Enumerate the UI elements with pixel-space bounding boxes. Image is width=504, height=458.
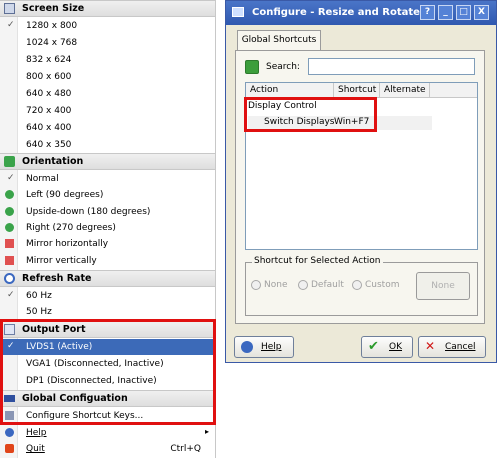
- rotate-right-icon: [5, 223, 14, 232]
- app-icon: [232, 7, 244, 17]
- menu-item-vga1[interactable]: VGA1 (Disconnected, Inactive): [0, 356, 215, 372]
- display-menu: Screen Size ✓ 1280 x 800 1024 x 768 832 x…: [0, 0, 216, 458]
- close-button[interactable]: X: [474, 5, 489, 20]
- clock-icon: [4, 273, 15, 284]
- column-action[interactable]: Action: [246, 83, 334, 98]
- tree-group-display-control[interactable]: Display Control: [248, 101, 317, 111]
- menu-item-640x350[interactable]: 640 x 350: [0, 137, 215, 153]
- menu-item-upside-down[interactable]: Upside-down (180 degrees): [0, 204, 215, 220]
- monitor-icon: [4, 324, 15, 335]
- dialog-title: Configure - Resize and Rotate: [252, 7, 420, 18]
- tab-global-shortcuts[interactable]: Global Shortcuts: [237, 30, 321, 51]
- help-title-button[interactable]: ?: [420, 5, 435, 20]
- menu-item-800x600[interactable]: 800 x 600: [0, 69, 215, 85]
- menu-item-quit[interactable]: Quit Ctrl+Q: [0, 441, 215, 457]
- check-icon: ✓: [7, 290, 15, 300]
- section-refresh-rate: Refresh Rate: [0, 270, 215, 287]
- search-label: Search:: [266, 62, 300, 72]
- column-shortcut[interactable]: Shortcut: [334, 83, 380, 98]
- column-filler: [430, 83, 477, 98]
- menu-item-832x624[interactable]: 832 x 624: [0, 52, 215, 68]
- help-icon: [241, 341, 253, 353]
- maximize-button[interactable]: □: [456, 5, 471, 20]
- orientation-header: Orientation: [22, 156, 84, 167]
- mirror-vertical-icon: [5, 256, 14, 265]
- menu-item-right[interactable]: Right (270 degrees): [0, 220, 215, 236]
- row-shortcut: Win+F7: [334, 117, 370, 127]
- shortcut-tree[interactable]: Action Shortcut Alternate Display Contro…: [245, 82, 478, 250]
- search-input[interactable]: [308, 58, 475, 75]
- search-clear-icon[interactable]: [245, 60, 259, 74]
- screen-size-icon: [4, 3, 15, 14]
- minimize-button[interactable]: _: [438, 5, 453, 20]
- mirror-horizontal-icon: [5, 239, 14, 248]
- menu-item-mirror-h[interactable]: Mirror horizontally: [0, 236, 215, 252]
- dialog-titlebar[interactable]: Configure - Resize and Rotate ? _ □ X: [226, 1, 496, 25]
- menu-item-1280x800[interactable]: ✓ 1280 x 800: [0, 18, 215, 34]
- menu-item-mirror-v[interactable]: Mirror vertically: [0, 253, 215, 269]
- menu-item-dp1[interactable]: DP1 (Disconnected, Inactive): [0, 373, 215, 389]
- menu-item-1024x768[interactable]: 1024 x 768: [0, 35, 215, 51]
- radio-custom-label: Custom: [365, 280, 400, 290]
- menu-item-720x400[interactable]: 720 x 400: [0, 103, 215, 119]
- radio-default-label: Default: [311, 280, 344, 290]
- radio-custom[interactable]: [352, 280, 362, 290]
- screen-size-header: Screen Size: [22, 3, 85, 14]
- quit-shortcut: Ctrl+Q: [170, 444, 201, 454]
- ok-button[interactable]: ✔ OK: [361, 336, 413, 358]
- menu-item-60hz[interactable]: ✓ 60 Hz: [0, 288, 215, 304]
- cancel-button[interactable]: ✕ Cancel: [418, 336, 486, 358]
- menu-item-lvds1[interactable]: ✓ LVDS1 (Active): [0, 339, 215, 355]
- menu-item-640x400[interactable]: 640 x 400: [0, 120, 215, 136]
- rotate-left-icon: [5, 190, 14, 199]
- global-config-header: Global Configuation: [22, 393, 128, 404]
- cancel-x-icon: ✕: [425, 339, 436, 353]
- refresh-rate-header: Refresh Rate: [22, 273, 92, 284]
- rotate-180-icon: [5, 207, 14, 216]
- radio-default[interactable]: [298, 280, 308, 290]
- radio-none[interactable]: [251, 280, 261, 290]
- section-global-config: Global Configuation: [0, 390, 215, 407]
- section-orientation: Orientation: [0, 153, 215, 170]
- groupbox-legend: Shortcut for Selected Action: [252, 256, 383, 266]
- menu-item-left[interactable]: Left (90 degrees): [0, 187, 215, 203]
- section-output-port: Output Port: [0, 321, 215, 338]
- menu-item-configure-shortcuts[interactable]: Configure Shortcut Keys...: [0, 408, 215, 424]
- tree-row-switch-displays[interactable]: Switch Displays Win+F7: [248, 116, 432, 130]
- key-sequence-button[interactable]: None: [416, 272, 470, 300]
- menu-item-640x480[interactable]: 640 x 480: [0, 86, 215, 102]
- check-icon: ✓: [7, 173, 15, 183]
- column-alternate[interactable]: Alternate: [380, 83, 430, 98]
- help-icon: [5, 428, 14, 437]
- submenu-arrow-icon: ▸: [204, 427, 209, 436]
- check-icon: ✓: [7, 341, 15, 351]
- check-icon: ✓: [7, 20, 15, 30]
- orientation-icon: [4, 156, 15, 167]
- section-screen-size: Screen Size: [0, 0, 215, 17]
- radio-none-label: None: [264, 280, 288, 290]
- menu-item-50hz[interactable]: 50 Hz: [0, 304, 215, 320]
- row-action: Switch Displays: [264, 117, 335, 127]
- menu-item-help[interactable]: Help ▸: [0, 425, 215, 441]
- quit-icon: [5, 444, 14, 453]
- help-button[interactable]: Help: [234, 336, 294, 358]
- menu-item-normal[interactable]: ✓ Normal: [0, 171, 215, 187]
- output-port-header: Output Port: [22, 324, 86, 335]
- global-config-icon: [4, 395, 15, 402]
- ok-check-icon: ✔: [368, 339, 379, 354]
- keyboard-icon: [5, 411, 14, 420]
